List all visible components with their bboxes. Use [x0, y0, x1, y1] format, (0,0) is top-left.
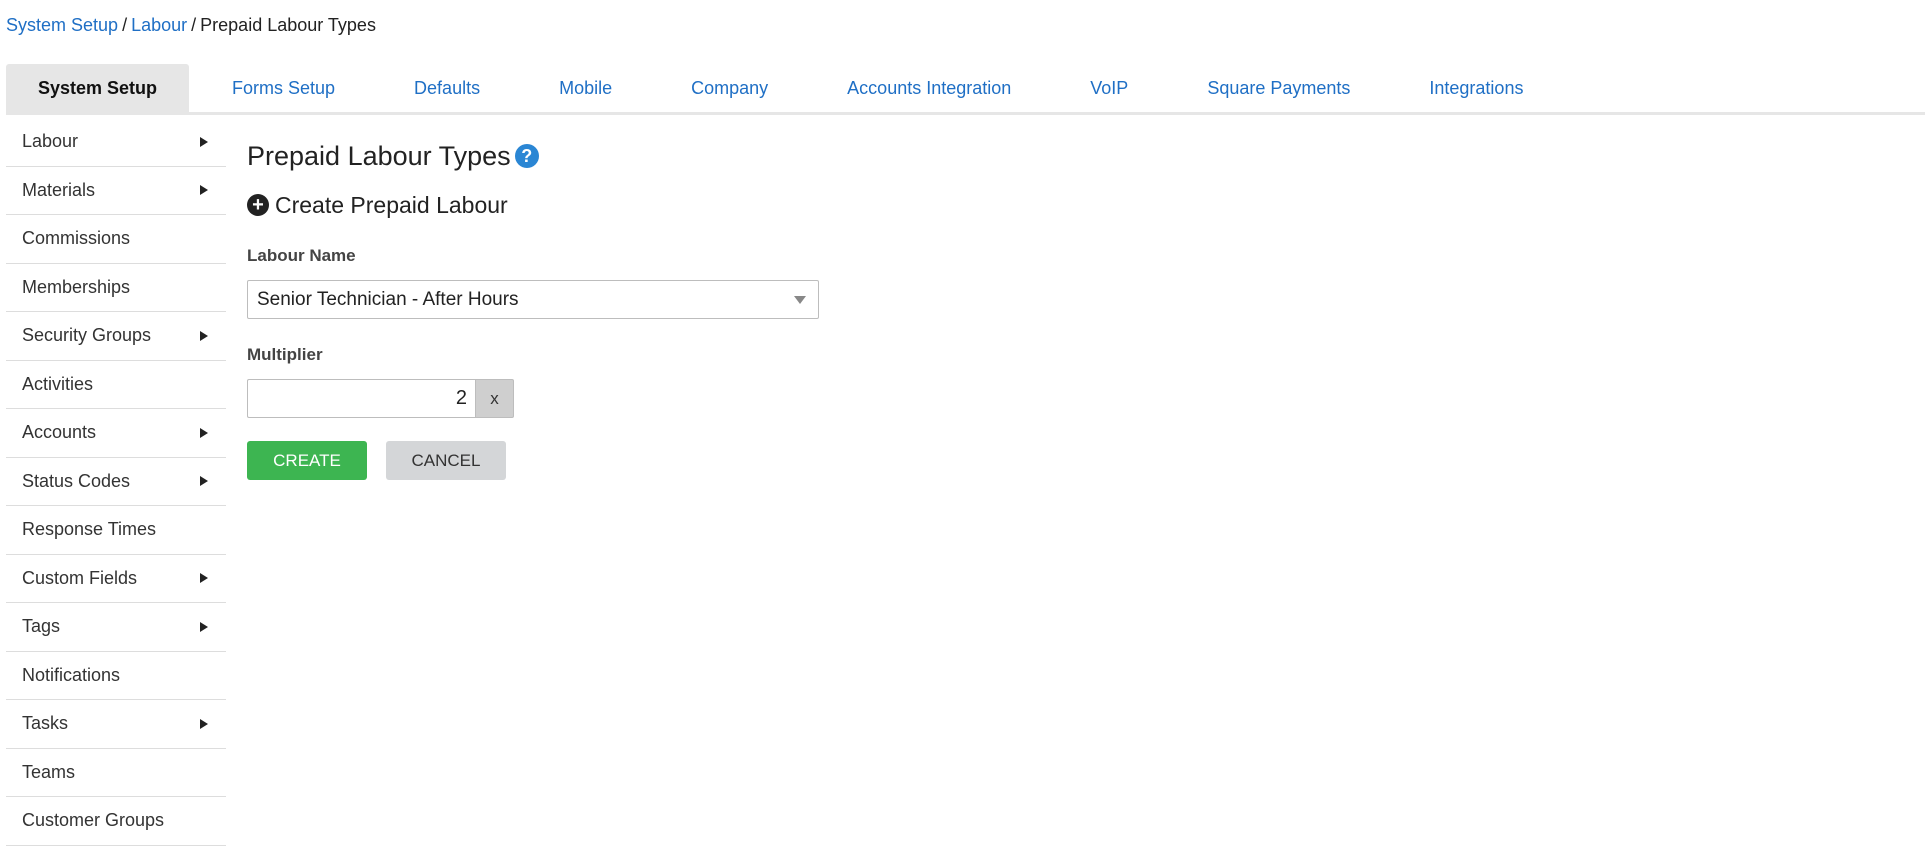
create-prepaid-labour-heading: + Create Prepaid Labour: [247, 190, 819, 220]
tab-company[interactable]: Company: [691, 64, 768, 112]
tab-accounts-integration[interactable]: Accounts Integration: [847, 64, 1011, 112]
labour-name-select[interactable]: Senior Technician - After Hours: [247, 280, 819, 319]
chevron-right-icon: [200, 185, 208, 196]
cancel-button[interactable]: CANCEL: [386, 441, 506, 480]
sidebar-item-label: Materials: [22, 179, 96, 200]
page-title: Prepaid Labour Types ?: [247, 138, 819, 174]
plus-circle-icon: +: [247, 194, 269, 216]
sidebar-item-custom-fields[interactable]: Custom Fields: [6, 555, 226, 603]
breadcrumb-separator: /: [191, 15, 197, 35]
sidebar-item-label: Notifications: [22, 664, 121, 685]
sidebar-item-labour[interactable]: Labour: [6, 118, 226, 167]
multiplier-input[interactable]: [247, 379, 475, 418]
chevron-right-icon: [200, 718, 208, 729]
create-button[interactable]: CREATE: [247, 441, 367, 480]
sidebar-item-label: Teams: [22, 761, 76, 782]
chevron-right-icon: [200, 621, 208, 632]
breadcrumb-system-setup[interactable]: System Setup: [6, 15, 118, 35]
breadcrumb-current: Prepaid Labour Types: [200, 15, 376, 35]
breadcrumb: System Setup / Labour / Prepaid Labour Types: [6, 15, 376, 36]
sidebar-item-label: Response Times: [22, 519, 157, 540]
sidebar-item-tasks[interactable]: Tasks: [6, 700, 226, 749]
tab-mobile[interactable]: Mobile: [559, 64, 612, 112]
sidebar-item-materials[interactable]: Materials: [6, 167, 226, 215]
sidebar: Labour Materials Commissions Memberships…: [6, 118, 226, 846]
sidebar-item-customer-groups[interactable]: Customer Groups: [6, 797, 226, 846]
sidebar-item-label: Custom Fields: [22, 567, 138, 588]
sidebar-item-label: Tasks: [22, 713, 69, 734]
multiplier-label: Multiplier: [247, 345, 323, 364]
sidebar-item-label: Status Codes: [22, 470, 131, 491]
top-tabs: System Setup Forms Setup Defaults Mobile…: [6, 64, 1925, 115]
tab-square-payments[interactable]: Square Payments: [1207, 64, 1350, 112]
page-title-text: Prepaid Labour Types: [247, 140, 511, 171]
breadcrumb-separator: /: [122, 15, 128, 35]
form-actions: CREATE CANCEL: [247, 441, 819, 480]
sidebar-item-activities[interactable]: Activities: [6, 361, 226, 409]
tab-forms-setup[interactable]: Forms Setup: [232, 64, 335, 112]
chevron-right-icon: [200, 476, 208, 487]
sidebar-item-security-groups[interactable]: Security Groups: [6, 312, 226, 361]
tab-integrations[interactable]: Integrations: [1429, 64, 1523, 112]
multiplier-suffix: x: [475, 379, 514, 418]
sidebar-item-label: Customer Groups: [22, 810, 165, 831]
labour-name-selected-value: Senior Technician - After Hours: [257, 288, 519, 310]
main-content: Prepaid Labour Types ? + Create Prepaid …: [247, 138, 819, 480]
sidebar-item-notifications[interactable]: Notifications: [6, 652, 226, 700]
sidebar-item-commissions[interactable]: Commissions: [6, 215, 226, 264]
sidebar-item-tags[interactable]: Tags: [6, 603, 226, 652]
tab-defaults[interactable]: Defaults: [414, 64, 480, 112]
multiplier-group: x: [247, 379, 819, 418]
sidebar-item-status-codes[interactable]: Status Codes: [6, 458, 226, 506]
help-icon[interactable]: ?: [514, 144, 539, 168]
tab-system-setup[interactable]: System Setup: [6, 64, 189, 112]
sidebar-item-teams[interactable]: Teams: [6, 749, 226, 797]
sidebar-item-label: Accounts: [22, 422, 97, 443]
sidebar-item-response-times[interactable]: Response Times: [6, 506, 226, 555]
sidebar-item-label: Tags: [22, 616, 61, 637]
create-heading-text: Create Prepaid Labour: [275, 191, 508, 218]
sidebar-item-label: Memberships: [22, 276, 131, 297]
sidebar-item-label: Activities: [22, 373, 94, 394]
tab-voip[interactable]: VoIP: [1090, 64, 1128, 112]
chevron-right-icon: [200, 427, 208, 438]
sidebar-item-label: Labour: [22, 131, 79, 152]
chevron-right-icon: [200, 573, 208, 584]
sidebar-item-memberships[interactable]: Memberships: [6, 264, 226, 312]
sidebar-item-accounts[interactable]: Accounts: [6, 409, 226, 458]
breadcrumb-labour[interactable]: Labour: [131, 15, 187, 35]
chevron-right-icon: [200, 136, 208, 147]
chevron-right-icon: [200, 330, 208, 341]
sidebar-item-label: Security Groups: [22, 325, 152, 346]
labour-name-label: Labour Name: [247, 246, 356, 265]
sidebar-item-label: Commissions: [22, 228, 131, 249]
chevron-down-icon: [794, 295, 806, 304]
